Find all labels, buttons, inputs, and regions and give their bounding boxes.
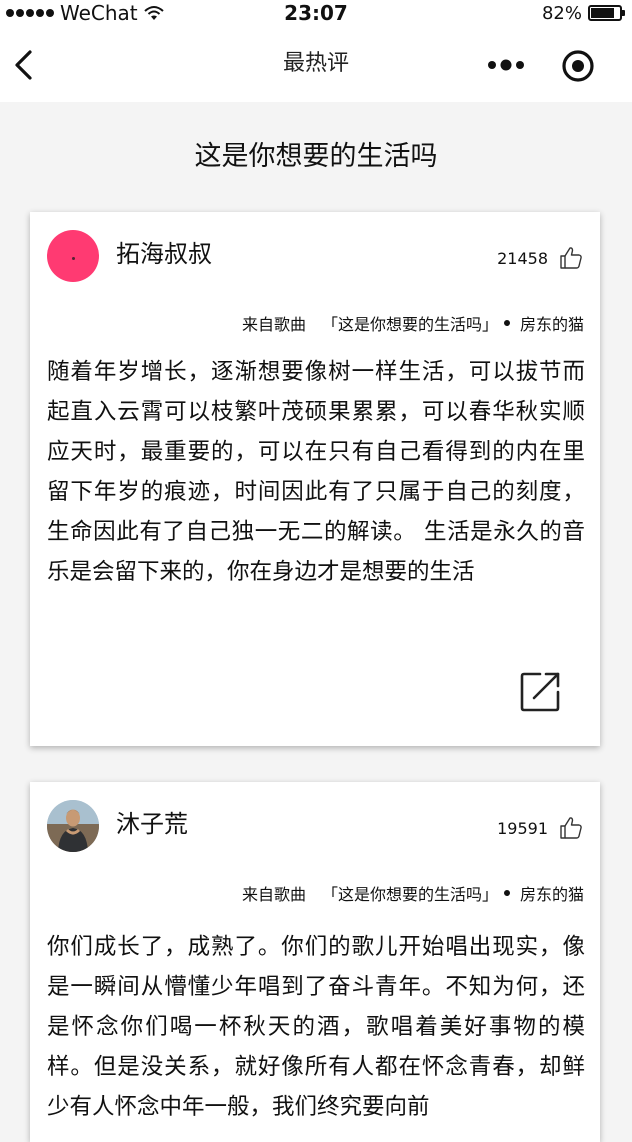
comment-text: 随着年岁增长，逐渐想要像树一样生活，可以拔节而起直入云霄可以枝繁叶茂硕果累累，可… [47,359,585,585]
song-link[interactable]: 「这是你想要的生活吗」 [322,881,498,905]
username[interactable]: 沐子荒 [116,804,188,839]
share-icon[interactable] [518,670,562,714]
source-prefix: 来自歌曲 [241,315,306,334]
comment-card: 拓海叔叔 21458 来自歌曲 「这是你想要的生活吗」 房东的猫 随着年岁增长，… [30,212,600,746]
status-bar: WeChat 23:07 82% [0,0,632,26]
avatar[interactable] [47,230,99,282]
song-title: 这是你想要的生活吗 [194,141,438,172]
artist-link[interactable]: 房东的猫 [520,881,584,905]
status-right: 82% [541,0,625,26]
nav-bar: 最热评 [0,26,632,102]
like-count: 21458 [497,248,548,268]
bullet-separator [503,890,510,896]
source-line: 来自歌曲 「这是你想要的生活吗」 房东的猫 [242,881,584,905]
artist-link[interactable]: 房东的猫 [520,311,584,335]
song-link[interactable]: 「这是你想要的生活吗」 [322,311,498,335]
page-title: 最热评 [282,51,349,76]
like-area[interactable]: 21458 [497,245,584,271]
avatar[interactable] [47,800,99,852]
comment-card: 沐子荒 19591 来自歌曲 「这是你想要的生活吗」 房东的猫 你们成长了，成熟… [30,782,600,1142]
status-time: 23:07 [284,1,348,25]
thumbs-up-icon[interactable] [558,815,584,841]
more-dots-icon[interactable] [484,52,528,78]
thumbs-up-icon[interactable] [558,245,584,271]
battery-percent: 82% [541,2,582,24]
like-area[interactable]: 19591 [497,815,584,841]
bullet-separator [503,320,510,326]
username[interactable]: 拓海叔叔 [116,234,212,269]
battery-icon [588,5,625,21]
source-prefix: 来自歌曲 [241,885,306,904]
like-count: 19591 [497,818,548,838]
comment-text: 你们成长了，成熟了。你们的歌儿开始唱出现实，像是一瞬间从懵懂少年唱到了奋斗青年。… [47,934,585,1120]
source-line: 来自歌曲 「这是你想要的生活吗」 房东的猫 [242,311,584,335]
target-circle-icon[interactable] [560,48,596,84]
